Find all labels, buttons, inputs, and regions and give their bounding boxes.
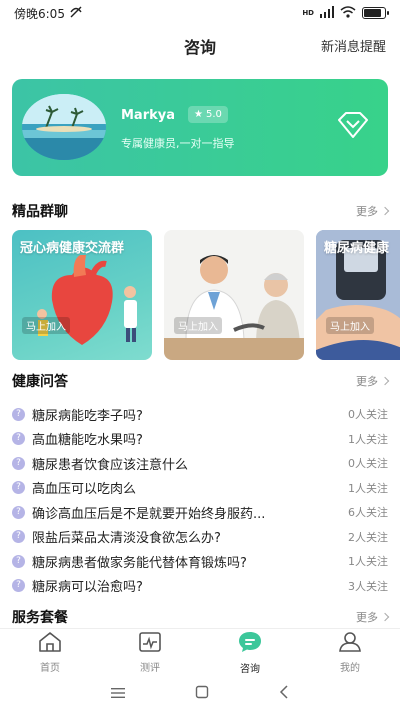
tab-home[interactable]: 首页: [0, 629, 100, 676]
rating-badge: ★ 5.0: [188, 106, 228, 123]
diamond-icon[interactable]: [336, 111, 370, 139]
follower-count: 3人关注: [348, 579, 388, 593]
home-nav-icon[interactable]: [195, 684, 209, 703]
more-label: 更多: [356, 611, 378, 624]
question-text: 确诊高血压后是不是就要开始终身服药...: [32, 506, 266, 522]
question-icon: ?: [12, 554, 25, 568]
group-title: 冠心病健康交流群: [20, 241, 125, 256]
system-nav-bar: [0, 676, 400, 711]
join-button[interactable]: 马上加入: [174, 317, 222, 334]
qa-more-link[interactable]: 更多: [356, 373, 390, 389]
list-item[interactable]: ? 确诊高血压后是不是就要开始终身服药... 6人关注: [12, 500, 388, 525]
follower-count: 6人关注: [348, 506, 388, 520]
status-time: 傍晚6:05: [14, 6, 65, 21]
home-icon: [38, 631, 62, 656]
service-section-header: 服务套餐 更多: [12, 606, 390, 628]
assessment-icon: [138, 631, 162, 656]
follower-count: 1人关注: [348, 481, 388, 495]
chevron-right-icon: [380, 376, 390, 386]
groups-more-link[interactable]: 更多: [356, 203, 390, 219]
question-icon: ?: [12, 481, 25, 495]
groups-section-title: 精品群聊: [12, 204, 68, 220]
chevron-right-icon: [380, 206, 390, 216]
avatar: [22, 94, 106, 160]
qa-list: ? 糖尿病能吃李子吗? 0人关注 ? 高血糖能吃水果吗? 1人关注 ? 糖尿患者饮食应该注…: [12, 402, 388, 598]
qa-section-header: 健康问答 更多: [12, 370, 390, 392]
more-label: 更多: [356, 205, 378, 218]
question-icon: ?: [12, 530, 25, 544]
tab-label: 首页: [40, 662, 60, 674]
question-icon: ?: [12, 432, 25, 446]
back-icon[interactable]: [279, 684, 289, 703]
group-card-diabetes[interactable]: 糖尿病健康 马上加入: [316, 230, 400, 360]
question-text: 糖尿病患者做家务能代替体育锻炼吗?: [32, 555, 247, 571]
tab-consult[interactable]: 咨询: [200, 629, 300, 676]
status-bar: 傍晚6:05 HD: [0, 0, 400, 26]
group-card-doctor[interactable]: 马上加入: [164, 230, 304, 360]
list-item[interactable]: ? 糖尿患者饮食应该注意什么 0人关注: [12, 451, 388, 476]
question-icon: ?: [12, 456, 25, 470]
mute-icon: [69, 6, 83, 21]
tab-profile[interactable]: 我的: [300, 629, 400, 676]
tab-assessment[interactable]: 测评: [100, 629, 200, 676]
group-cards: 冠心病健康交流群 马上加入 马上加入 糖尿病健康 马上加入: [12, 230, 400, 360]
list-item[interactable]: ? 糖尿病可以治愈吗? 3人关注: [12, 574, 388, 599]
bottom-tab-bar: 首页 测评 咨询 我的: [0, 628, 400, 676]
question-text: 限盐后菜品太清淡没食欲怎么办?: [32, 531, 221, 547]
network-type: HD: [302, 9, 314, 17]
follower-count: 1人关注: [348, 555, 388, 569]
page-header: 咨询 新消息提醒: [0, 26, 400, 66]
list-item[interactable]: ? 高血压可以吃肉么 1人关注: [12, 476, 388, 501]
qa-section-title: 健康问答: [12, 374, 68, 390]
group-card-heart[interactable]: 冠心病健康交流群 马上加入: [12, 230, 152, 360]
star-icon: ★: [194, 109, 203, 120]
chevron-right-icon: [380, 612, 390, 622]
service-section-title: 服务套餐: [12, 610, 68, 626]
question-text: 糖尿患者饮食应该注意什么: [32, 457, 189, 473]
rating-value: 5.0: [205, 109, 222, 120]
profile-icon: [338, 631, 362, 656]
join-button[interactable]: 马上加入: [22, 317, 70, 334]
service-more-link[interactable]: 更多: [356, 609, 390, 625]
advisor-description: 专属健康员,一对一指导: [121, 137, 235, 150]
join-button[interactable]: 马上加入: [326, 317, 374, 334]
advisor-name: Markya: [121, 108, 176, 123]
group-title: 糖尿病健康: [324, 241, 390, 256]
question-text: 糖尿病能吃李子吗?: [32, 408, 143, 424]
list-item[interactable]: ? 高血糖能吃水果吗? 1人关注: [12, 427, 388, 452]
battery-icon: [362, 7, 389, 19]
new-message-reminder-button[interactable]: 新消息提醒: [321, 36, 386, 55]
follower-count: 0人关注: [348, 408, 388, 422]
follower-count: 2人关注: [348, 530, 388, 544]
list-item[interactable]: ? 糖尿病患者做家务能代替体育锻炼吗? 1人关注: [12, 549, 388, 574]
tab-label: 测评: [140, 662, 160, 674]
tab-label: 我的: [340, 662, 360, 674]
question-icon: ?: [12, 407, 25, 421]
wifi-icon: [340, 5, 356, 21]
question-icon: ?: [12, 505, 25, 519]
signal-icon: [320, 5, 334, 21]
question-text: 高血压可以吃肉么: [32, 482, 137, 498]
menu-icon[interactable]: [111, 684, 125, 703]
list-item[interactable]: ? 糖尿病能吃李子吗? 0人关注: [12, 402, 388, 427]
question-text: 高血糖能吃水果吗?: [32, 433, 143, 449]
more-label: 更多: [356, 375, 378, 388]
health-advisor-card[interactable]: Markya ★ 5.0 专属健康员,一对一指导: [12, 79, 388, 176]
chat-icon: [238, 631, 262, 657]
groups-section-header: 精品群聊 更多: [12, 200, 390, 222]
list-item[interactable]: ? 限盐后菜品太清淡没食欲怎么办? 2人关注: [12, 525, 388, 550]
follower-count: 0人关注: [348, 457, 388, 471]
question-icon: ?: [12, 579, 25, 593]
tab-label: 咨询: [240, 663, 260, 675]
question-text: 糖尿病可以治愈吗?: [32, 580, 143, 596]
follower-count: 1人关注: [348, 432, 388, 446]
